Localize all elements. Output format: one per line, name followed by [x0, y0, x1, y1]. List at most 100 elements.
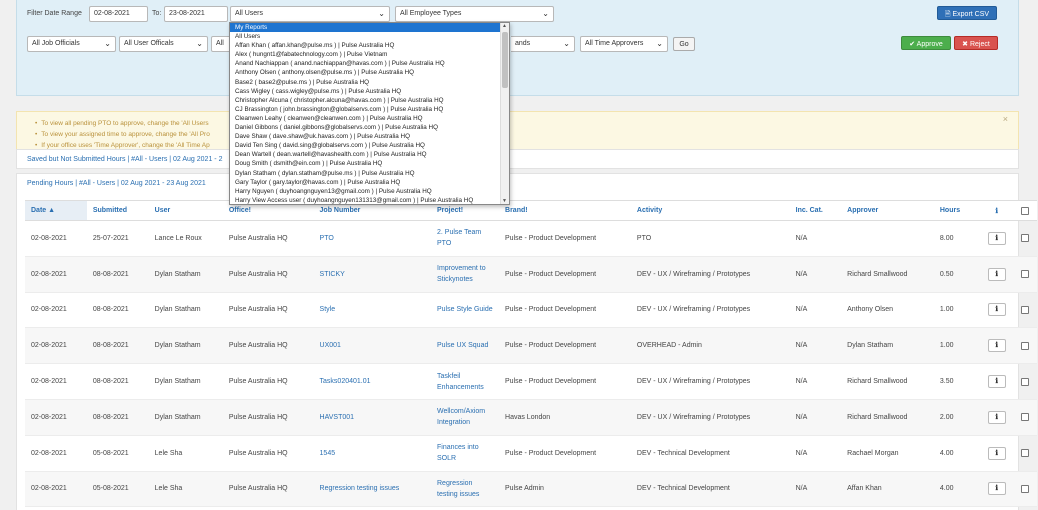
col-activity[interactable]: Activity	[630, 200, 790, 221]
row-checkbox[interactable]	[1020, 413, 1029, 422]
col-approver[interactable]: Approver	[841, 200, 934, 221]
date-from-input[interactable]: 02-08-2021	[89, 6, 148, 22]
dropdown-option[interactable]: Christopher Alcuna ( christopher.alcuna@…	[230, 96, 502, 105]
pending-hours-link[interactable]: Pending Hours | #All - Users | 02 Aug 20…	[27, 180, 206, 187]
row-checkbox[interactable]	[1020, 484, 1029, 493]
row-checkbox[interactable]	[1020, 270, 1029, 279]
cell-project[interactable]: Finances into SOLR	[431, 435, 500, 472]
date-to-input[interactable]: 23-08-2021	[164, 6, 228, 22]
dropdown-option[interactable]: Cleanwen Leahy ( cleanwen@cleanwen.com )…	[230, 114, 502, 123]
col-inc-cat[interactable]: Inc. Cat.	[789, 200, 842, 221]
cell-project[interactable]: Taskfeil Enhancements	[431, 363, 500, 400]
select-all-checkbox[interactable]	[1020, 206, 1029, 215]
table-row[interactable]: 02-08-2021 05-08-2021 Lele Sha Pulse Austra…	[25, 435, 1037, 472]
dropdown-option[interactable]: Daniel Gibbons ( daniel.gibbons@globalse…	[230, 123, 502, 132]
table-row[interactable]: 02-08-2021 08-08-2021 Dylan Statham Pulse A…	[25, 363, 1037, 400]
table-row[interactable]: 02-08-2021 05-08-2021 Lele Sha Pulse Austra…	[25, 471, 1037, 508]
row-checkbox[interactable]	[1020, 341, 1029, 350]
col-hours[interactable]: Hours	[933, 200, 982, 221]
cell-user: Lele Sha	[148, 435, 223, 472]
cell-brand: Pulse Admin	[499, 471, 631, 508]
col-brand[interactable]: Brand!	[499, 200, 631, 221]
cell-job-number[interactable]: STICKY	[313, 256, 431, 293]
scrollbar-thumb[interactable]	[502, 32, 508, 88]
dropdown-option[interactable]: Base2 ( base2@pulse.ms ) | Pulse Austral…	[230, 78, 502, 87]
info-icon[interactable]: ℹ	[987, 231, 1006, 245]
dropdown-scrollbar[interactable]: ▲ ▼	[500, 23, 509, 204]
cell-office: Pulse Australia HQ	[222, 256, 314, 293]
cell-hours: 2.00	[933, 399, 982, 436]
close-icon[interactable]: ×	[1003, 114, 1008, 124]
users-select[interactable]: All Users ⌄	[230, 6, 390, 22]
dropdown-option[interactable]: CJ Brassington ( john.brassington@global…	[230, 105, 502, 114]
dropdown-option[interactable]: Gary Taylor ( gary.taylor@havas.com ) | …	[230, 178, 502, 187]
time-approvers-select[interactable]: All Time Approvers ⌄	[580, 36, 668, 52]
cell-project[interactable]: Pulse UX Squad	[431, 327, 500, 365]
scroll-up-icon[interactable]: ▲	[502, 23, 507, 29]
table-row[interactable]: 02-08-2021 08-08-2021 Dylan Statham Pulse A…	[25, 256, 1037, 293]
cell-job-number[interactable]: Style	[313, 292, 431, 329]
cell-job-number[interactable]: 1545	[313, 435, 431, 472]
row-checkbox[interactable]	[1020, 305, 1029, 314]
saved-hours-link[interactable]: Saved but Not Submitted Hours | #All - U…	[27, 156, 222, 163]
dropdown-option[interactable]: Dylan Statham ( dylan.statham@pulse.ms )…	[230, 169, 502, 178]
info-icon[interactable]: ℹ	[987, 375, 1006, 389]
dropdown-option[interactable]: Harry View Access user ( duyhoangnguyen1…	[230, 196, 502, 205]
dropdown-option[interactable]: Doug Smith ( dsmith@ein.com ) | Pulse Au…	[230, 159, 502, 168]
employee-types-select[interactable]: All Employee Types ⌄	[395, 6, 554, 22]
cell-inc-cat: N/A	[789, 220, 842, 257]
dropdown-option[interactable]: Dave Shaw ( dave.shaw@uk.havas.com ) | P…	[230, 132, 502, 141]
job-officials-select[interactable]: All Job Officials ⌄	[27, 36, 116, 52]
dropdown-option[interactable]: Cass Wigley ( cass.wigley@pulse.ms ) | P…	[230, 87, 502, 96]
col-date[interactable]: Date ▲	[25, 200, 87, 221]
info-icon[interactable]: ℹ	[987, 339, 1006, 353]
cell-brand: Pulse - Product Development	[499, 256, 631, 293]
info-icon: ℹ	[981, 200, 1013, 221]
cell-project[interactable]: Pulse Style Guide	[431, 292, 500, 329]
table-row[interactable]: 02-08-2021 08-08-2021 Dylan Statham Pulse A…	[25, 292, 1037, 329]
cell-job-number[interactable]: UX001	[313, 327, 431, 365]
dropdown-option[interactable]: Dean Wartell ( dean.wartell@havashealth.…	[230, 150, 502, 159]
reject-button[interactable]: ✖ Reject	[954, 36, 998, 50]
cell-project[interactable]: Improvement to Stickynotes	[431, 256, 500, 293]
info-icon[interactable]: ℹ	[987, 410, 1006, 424]
approve-button[interactable]: ✔ Approve	[901, 36, 951, 50]
dropdown-option[interactable]: Anthony Olsen ( anthony.olsen@pulse.ms )…	[230, 68, 502, 77]
row-checkbox[interactable]	[1020, 234, 1029, 243]
dropdown-option[interactable]: David Ten Sing ( david.sing@globalservs.…	[230, 141, 502, 150]
cell-job-number[interactable]: Regression testing issues	[313, 471, 431, 508]
dropdown-option[interactable]: Harry Nguyen ( duyhoangnguyen13@gmail.co…	[230, 187, 502, 196]
cell-project[interactable]: Regression testing issues	[431, 471, 500, 508]
info-icon[interactable]: ℹ	[987, 267, 1006, 281]
cell-job-number[interactable]: PTO	[313, 220, 431, 257]
dropdown-option[interactable]: Anand Nachiappan ( anand.nachiappan@hava…	[230, 59, 502, 68]
col-submitted[interactable]: Submitted	[86, 200, 149, 221]
table-row[interactable]: 02-08-2021 08-08-2021 Dylan Statham Pulse A…	[25, 399, 1037, 436]
dropdown-option[interactable]: Affan Khan ( affan.khan@pulse.ms ) | Pul…	[230, 41, 502, 50]
cell-job-number[interactable]: HAVST001	[313, 399, 431, 436]
table-row[interactable]: 02-08-2021 08-08-2021 Dylan Statham Pulse A…	[25, 327, 1037, 365]
users-dropdown-list[interactable]: My Reports All Users Affan Khan ( affan.kh…	[229, 22, 510, 205]
info-icon[interactable]: ℹ	[987, 482, 1006, 496]
cell-brand: Havas London	[499, 399, 631, 436]
cell-project[interactable]: 2. Pulse Team PTO	[431, 220, 500, 257]
cell-job-number[interactable]: Tasks020401.01	[313, 363, 431, 400]
table-row[interactable]: 02-08-2021 25-07-2021 Lance Le Roux Pulse A…	[25, 220, 1037, 257]
col-user[interactable]: User	[148, 200, 223, 221]
cell-project[interactable]: Wellcom/Axiom Integration	[431, 399, 500, 436]
user-officials-select[interactable]: All User Officals ⌄	[119, 36, 208, 52]
brands-select[interactable]: ands ⌄	[511, 36, 575, 52]
cell-approver	[841, 220, 934, 257]
dropdown-option[interactable]: My Reports	[230, 23, 502, 33]
cell-date: 02-08-2021	[25, 220, 87, 257]
dropdown-option[interactable]: Alex ( hungnt1@fabatechnology.com ) | Pu…	[230, 50, 502, 59]
row-checkbox[interactable]	[1020, 377, 1029, 386]
go-button[interactable]: Go	[673, 37, 695, 51]
cell-hours: 1.00	[933, 292, 982, 329]
info-icon[interactable]: ℹ	[987, 446, 1006, 460]
scroll-down-icon[interactable]: ▼	[502, 198, 507, 204]
export-csv-button[interactable]: 🗎 Export CSV	[937, 6, 997, 20]
info-icon[interactable]: ℹ	[987, 303, 1006, 317]
row-checkbox[interactable]	[1020, 449, 1029, 458]
dropdown-option[interactable]: All Users	[230, 32, 502, 41]
